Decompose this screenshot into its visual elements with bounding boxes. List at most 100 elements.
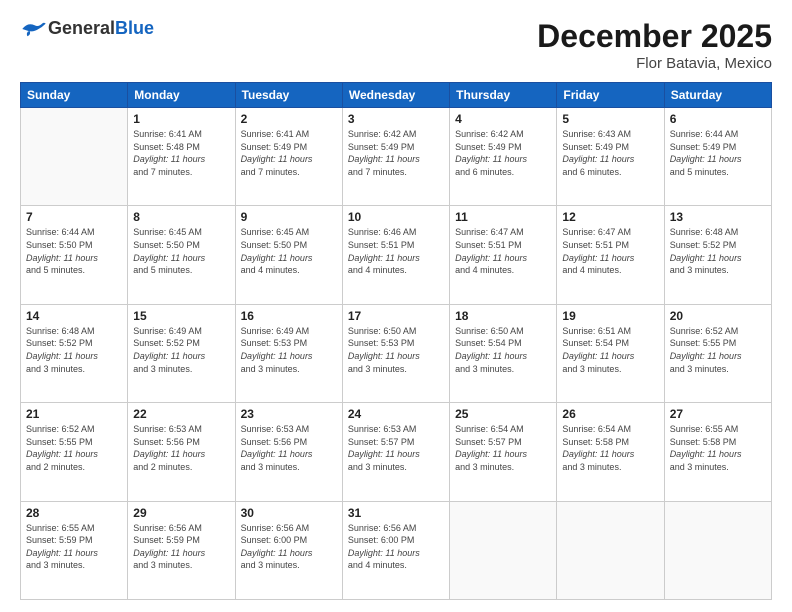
day-detail: and 4 minutes. [348,265,407,275]
bird-icon [20,20,48,38]
sunrise-info: Sunrise: 6:56 AM [348,523,417,533]
day-info: Sunrise: 6:48 AMSunset: 5:52 PMDaylight:… [670,226,766,276]
day-info: Sunrise: 6:50 AMSunset: 5:54 PMDaylight:… [455,325,551,375]
day-number: 12 [562,210,658,224]
table-row [21,108,128,206]
day-number: 5 [562,112,658,126]
day-info: Sunrise: 6:56 AMSunset: 6:00 PMDaylight:… [241,522,337,572]
day-number: 16 [241,309,337,323]
day-detail: and 3 minutes. [133,364,192,374]
daylight-hours: Daylight: 11 hours [133,351,205,361]
day-number: 26 [562,407,658,421]
day-info: Sunrise: 6:45 AMSunset: 5:50 PMDaylight:… [133,226,229,276]
day-detail: and 3 minutes. [455,364,514,374]
sunrise-info: Sunrise: 6:50 AM [348,326,417,336]
day-detail: and 4 minutes. [241,265,300,275]
day-number: 7 [26,210,122,224]
day-detail: and 3 minutes. [455,462,514,472]
sunrise-info: Sunrise: 6:52 AM [26,424,95,434]
day-detail: and 5 minutes. [26,265,85,275]
day-detail: and 7 minutes. [133,167,192,177]
daylight-hours: Daylight: 11 hours [133,154,205,164]
sunrise-info: Sunrise: 6:53 AM [348,424,417,434]
daylight-hours: Daylight: 11 hours [562,154,634,164]
sunrise-info: Sunrise: 6:55 AM [670,424,739,434]
sunset-info: Sunset: 5:56 PM [241,437,308,447]
daylight-hours: Daylight: 11 hours [26,253,98,263]
calendar-title: December 2025 [537,18,772,55]
day-info: Sunrise: 6:45 AMSunset: 5:50 PMDaylight:… [241,226,337,276]
day-detail: and 3 minutes. [241,560,300,570]
daylight-hours: Daylight: 11 hours [562,253,634,263]
day-detail: and 4 minutes. [562,265,621,275]
daylight-hours: Daylight: 11 hours [241,449,313,459]
sunrise-info: Sunrise: 6:51 AM [562,326,631,336]
daylight-hours: Daylight: 11 hours [670,449,742,459]
table-row: 30Sunrise: 6:56 AMSunset: 6:00 PMDayligh… [235,501,342,599]
table-row: 21Sunrise: 6:52 AMSunset: 5:55 PMDayligh… [21,403,128,501]
table-row [450,501,557,599]
table-row: 28Sunrise: 6:55 AMSunset: 5:59 PMDayligh… [21,501,128,599]
table-row: 27Sunrise: 6:55 AMSunset: 5:58 PMDayligh… [664,403,771,501]
table-row: 5 Sunrise: 6:43 AMSunset: 5:49 PMDaylight… [557,108,664,206]
day-detail: and 3 minutes. [670,265,729,275]
sunset-info: Sunset: 5:55 PM [26,437,93,447]
sunset-info: Sunset: 6:00 PM [348,535,415,545]
calendar-row-3: 21Sunrise: 6:52 AMSunset: 5:55 PMDayligh… [21,403,772,501]
header-tuesday: Tuesday [235,83,342,108]
day-number: 14 [26,309,122,323]
day-detail: and 3 minutes. [241,462,300,472]
table-row: 26Sunrise: 6:54 AMSunset: 5:58 PMDayligh… [557,403,664,501]
daylight-hours: Daylight: 11 hours [348,154,420,164]
day-info: Sunrise: 6:52 AMSunset: 5:55 PMDaylight:… [26,423,122,473]
day-detail: and 3 minutes. [241,364,300,374]
day-info: Sunrise: 6:56 AMSunset: 5:59 PMDaylight:… [133,522,229,572]
daylight-hours: Daylight: 11 hours [241,548,313,558]
daylight-hours: Daylight: 11 hours [455,253,527,263]
sunset-info: Sunset: 6:00 PM [241,535,308,545]
day-detail: and 5 minutes. [133,265,192,275]
sunset-info: Sunset: 5:55 PM [670,338,737,348]
sunset-info: Sunset: 5:49 PM [455,142,522,152]
sunrise-info: Sunrise: 6:45 AM [241,227,310,237]
daylight-hours: Daylight: 11 hours [670,351,742,361]
sunset-info: Sunset: 5:51 PM [455,240,522,250]
table-row: 19Sunrise: 6:51 AMSunset: 5:54 PMDayligh… [557,304,664,402]
logo: GeneralBlue [20,18,154,39]
table-row: 12Sunrise: 6:47 AMSunset: 5:51 PMDayligh… [557,206,664,304]
day-info: Sunrise: 6:43 AMSunset: 5:49 PMDaylight:… [562,128,658,178]
table-row [664,501,771,599]
table-row: 20Sunrise: 6:52 AMSunset: 5:55 PMDayligh… [664,304,771,402]
sunrise-info: Sunrise: 6:49 AM [241,326,310,336]
day-number: 29 [133,506,229,520]
table-row: 14Sunrise: 6:48 AMSunset: 5:52 PMDayligh… [21,304,128,402]
day-info: Sunrise: 6:51 AMSunset: 5:54 PMDaylight:… [562,325,658,375]
sunset-info: Sunset: 5:49 PM [670,142,737,152]
day-number: 25 [455,407,551,421]
day-number: 22 [133,407,229,421]
daylight-hours: Daylight: 11 hours [241,351,313,361]
table-row: 23Sunrise: 6:53 AMSunset: 5:56 PMDayligh… [235,403,342,501]
daylight-hours: Daylight: 11 hours [670,253,742,263]
sunset-info: Sunset: 5:54 PM [562,338,629,348]
sunrise-info: Sunrise: 6:41 AM [133,129,202,139]
day-number: 2 [241,112,337,126]
sunset-info: Sunset: 5:57 PM [348,437,415,447]
sunset-info: Sunset: 5:52 PM [26,338,93,348]
sunset-info: Sunset: 5:58 PM [670,437,737,447]
calendar-table: Sunday Monday Tuesday Wednesday Thursday… [20,82,772,600]
day-info: Sunrise: 6:53 AMSunset: 5:56 PMDaylight:… [133,423,229,473]
day-info: Sunrise: 6:55 AMSunset: 5:59 PMDaylight:… [26,522,122,572]
day-detail: and 3 minutes. [562,462,621,472]
sunrise-info: Sunrise: 6:56 AM [133,523,202,533]
sunrise-info: Sunrise: 6:47 AM [455,227,524,237]
day-number: 1 [133,112,229,126]
day-number: 24 [348,407,444,421]
sunset-info: Sunset: 5:49 PM [562,142,629,152]
table-row [557,501,664,599]
day-number: 4 [455,112,551,126]
calendar-subtitle: Flor Batavia, Mexico [537,55,772,72]
sunrise-info: Sunrise: 6:41 AM [241,129,310,139]
weekday-header-row: Sunday Monday Tuesday Wednesday Thursday… [21,83,772,108]
logo-blue-text: Blue [115,18,154,38]
